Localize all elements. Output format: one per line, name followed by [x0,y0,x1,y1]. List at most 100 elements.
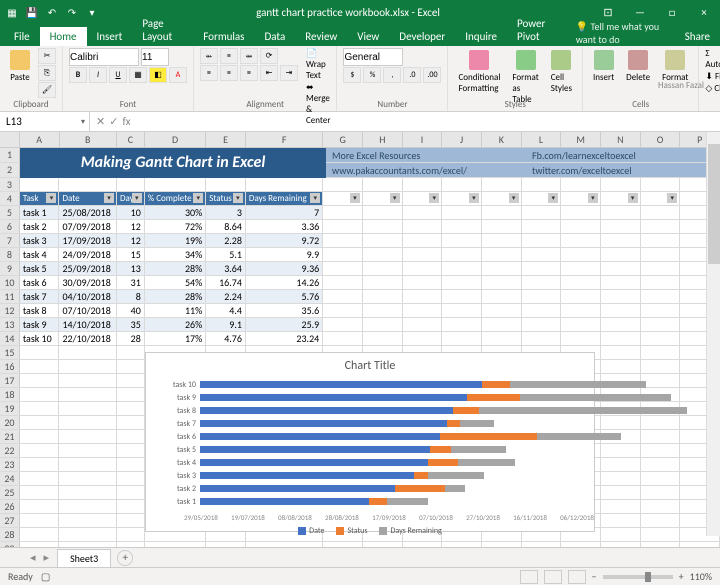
col-header-H[interactable]: H [363,132,403,147]
cell[interactable] [20,178,60,191]
row-header-22[interactable]: 22 [0,444,20,457]
column-headers[interactable]: ABCDEFGHIJKLMNOP [0,132,720,148]
tab-home[interactable]: Home [40,27,87,46]
cell[interactable] [641,458,681,471]
chart-bar[interactable]: task 4 [166,457,574,468]
cell[interactable] [522,276,562,289]
font-size-select[interactable] [141,48,169,66]
page-layout-view-icon[interactable] [544,570,562,584]
currency-icon[interactable]: $ [343,67,361,83]
delete-cells-button[interactable]: Delete [622,48,654,85]
cell[interactable] [403,178,443,191]
ribbon-options-icon[interactable]: ⊡ [596,6,620,19]
cell[interactable] [641,486,681,499]
cell[interactable]: 3 [206,206,246,219]
cell[interactable] [59,178,117,191]
banner-resources-url[interactable]: www.pakaccountants.com/excel/ [326,163,526,177]
chart-bar[interactable]: task 10 [166,379,574,390]
cell[interactable] [117,416,145,429]
cell[interactable]: 72% [145,220,206,233]
row-header-27[interactable]: 27 [0,514,20,527]
cell[interactable]: 12 [117,220,145,233]
cell[interactable] [117,472,145,485]
cell[interactable]: 35 [117,318,145,331]
cell[interactable] [601,346,641,359]
cell[interactable] [641,472,681,485]
tab-formulas[interactable]: Formulas [193,27,254,46]
cell[interactable]: Date [59,192,117,205]
cell[interactable]: 15 [117,248,145,261]
cell[interactable] [601,304,641,317]
cell[interactable] [20,500,60,513]
cell[interactable] [601,360,641,373]
row-6[interactable]: 6task 207/09/20181272%8.643.36 [0,220,720,234]
cell[interactable]: 10 [117,206,145,219]
cell[interactable] [323,220,363,233]
cell[interactable] [363,234,403,247]
align-center-icon[interactable]: ≡ [220,65,238,81]
italic-button[interactable]: I [89,67,107,83]
col-header-I[interactable]: I [403,132,443,147]
sheet-nav-prev-icon[interactable]: ◂ [30,551,36,564]
row-header-6[interactable]: 6 [0,220,20,233]
format-painter-icon[interactable]: 🖌 [38,82,56,98]
cell[interactable] [403,276,443,289]
cell[interactable]: 30/09/2018 [59,276,117,289]
col-header-J[interactable]: J [442,132,482,147]
row-9[interactable]: 9task 525/09/20181328%3.649.36 [0,262,720,276]
cell[interactable]: task 2 [20,220,60,233]
cell[interactable] [641,304,681,317]
cell[interactable] [403,262,443,275]
comma-icon[interactable]: , [383,67,401,83]
row-header-11[interactable]: 11 [0,290,20,303]
cell[interactable] [363,276,403,289]
cell[interactable]: 31 [117,276,145,289]
row-header-10[interactable]: 10 [0,276,20,289]
cell[interactable] [403,318,443,331]
cell[interactable]: 8 [117,290,145,303]
row-11[interactable]: 11task 704/10/2018828%2.245.76 [0,290,720,304]
undo-icon[interactable]: ↶ [44,4,60,20]
cell[interactable] [641,192,681,205]
cell[interactable]: task 1 [20,206,60,219]
cell[interactable] [59,430,117,443]
row-header-25[interactable]: 25 [0,486,20,499]
cell[interactable] [561,276,601,289]
cell[interactable] [522,178,562,191]
col-header-K[interactable]: K [482,132,522,147]
cell[interactable]: 30% [145,206,206,219]
redo-icon[interactable]: ↷ [64,4,80,20]
chart-plot-area[interactable]: task 10task 9task 8task 7task 6task 5tas… [146,379,594,507]
cell[interactable]: 04/10/2018 [59,290,117,303]
cell[interactable] [20,514,60,527]
cell[interactable] [323,290,363,303]
cell[interactable]: task 9 [20,318,60,331]
cell[interactable] [20,374,60,387]
cell[interactable] [482,276,522,289]
cell[interactable]: 7 [246,206,323,219]
row-header-2[interactable]: 2 [0,163,20,177]
cell[interactable] [363,206,403,219]
cell[interactable]: task 3 [20,234,60,247]
cell[interactable] [59,416,117,429]
cell[interactable]: Status [206,192,246,205]
cell[interactable] [482,192,522,205]
col-header-G[interactable]: G [323,132,363,147]
cell[interactable] [117,178,145,191]
sheet-nav-next-icon[interactable]: ▸ [44,551,50,564]
percent-icon[interactable]: % [363,67,381,83]
chart-bar[interactable]: task 6 [166,431,574,442]
qat-more-icon[interactable]: ▾ [84,4,100,20]
cell[interactable]: 3.36 [246,220,323,233]
row-4[interactable]: 4TaskDateDays% CompleteStatusDays Remain… [0,192,720,206]
cell[interactable] [442,318,482,331]
cancel-fx-icon[interactable]: ✕ [96,115,105,128]
cell[interactable] [641,262,681,275]
cell[interactable]: 2.24 [206,290,246,303]
indent-inc-icon[interactable]: ⇥ [280,65,298,81]
col-header-B[interactable]: B [60,132,118,147]
cell[interactable] [561,304,601,317]
row-header-14[interactable]: 14 [0,332,20,345]
cell[interactable]: Task [20,192,60,205]
cell[interactable]: Days [117,192,145,205]
